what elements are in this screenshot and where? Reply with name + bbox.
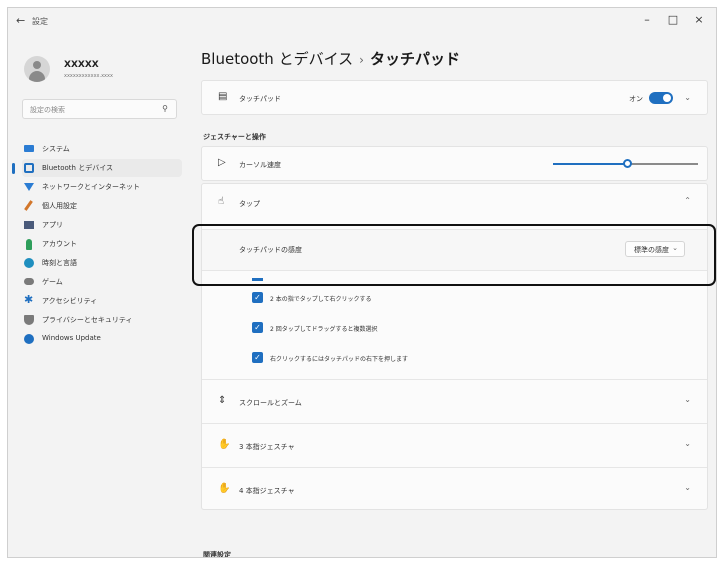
four-finger-row[interactable]: ✋ 4 本指ジェスチャ ⌄ bbox=[202, 467, 707, 511]
bluetooth-devices-icon bbox=[24, 163, 34, 173]
scroll-icon: ⇕ bbox=[218, 395, 227, 406]
maximize-button[interactable]: □ bbox=[662, 13, 684, 26]
user-email: xxxxxxxxxxxx.xxxx bbox=[64, 73, 113, 79]
back-arrow-icon[interactable]: ← bbox=[16, 14, 25, 27]
brush-icon bbox=[24, 200, 33, 211]
sidebar-item-accessibility[interactable]: ✱ アクセシビリティ bbox=[22, 292, 182, 310]
search-input[interactable]: 設定の検索 ⚲ bbox=[22, 99, 177, 119]
sidebar-item-label: システム bbox=[42, 145, 70, 153]
slider-thumb[interactable] bbox=[623, 159, 632, 168]
cursor-speed-label: カーソル速度 bbox=[239, 161, 281, 169]
checkbox-checked-icon[interactable]: ✓ bbox=[252, 292, 263, 303]
checkbox-label: 2 本の指でタップして右クリックする bbox=[270, 296, 372, 303]
checkbox-label: 2 回タップしてドラッグすると複数選択 bbox=[270, 326, 378, 333]
app-title: 設定 bbox=[32, 17, 48, 26]
search-icon: ⚲ bbox=[162, 104, 168, 113]
sidebar: XXXXX xxxxxxxxxxxx.xxxx 設定の検索 ⚲ システム Blu… bbox=[8, 38, 186, 557]
gestures-heading: ジェスチャーと操作 bbox=[203, 133, 266, 141]
sidebar-item-label: 時刻と言語 bbox=[42, 259, 77, 267]
scroll-zoom-row[interactable]: ⇕ スクロールとズーム ⌄ bbox=[202, 379, 707, 424]
sidebar-item-label: Windows Update bbox=[42, 334, 101, 342]
network-icon bbox=[24, 183, 34, 191]
four-finger-label: 4 本指ジェスチャ bbox=[239, 487, 295, 495]
slider-fill bbox=[553, 163, 628, 165]
checkbox-checked-icon[interactable]: ✓ bbox=[252, 352, 263, 363]
cursor-speed-card: ▷ カーソル速度 bbox=[201, 146, 708, 181]
apps-icon bbox=[24, 221, 34, 229]
sidebar-item-windows-update[interactable]: Windows Update bbox=[22, 330, 182, 348]
three-finger-label: 3 本指ジェスチャ bbox=[239, 443, 295, 451]
sidebar-item-network[interactable]: ネットワークとインターネット bbox=[22, 178, 182, 196]
sidebar-item-label: 個人用設定 bbox=[42, 202, 77, 210]
checkbox-checked-icon[interactable]: ✓ bbox=[252, 322, 263, 333]
sidebar-item-label: ネットワークとインターネット bbox=[42, 183, 140, 191]
chevron-down-icon[interactable]: ⌄ bbox=[684, 439, 691, 448]
sidebar-item-label: アクセシビリティ bbox=[42, 297, 98, 305]
sidebar-item-time-language[interactable]: 時刻と言語 bbox=[22, 254, 182, 272]
tap-icon: ☝ bbox=[218, 196, 225, 207]
touchpad-toggle[interactable] bbox=[649, 92, 673, 104]
page-title: タッチパッド bbox=[369, 50, 460, 68]
sidebar-item-personalization[interactable]: 個人用設定 bbox=[22, 197, 182, 215]
sidebar-item-system[interactable]: システム bbox=[22, 140, 182, 158]
gamepad-icon bbox=[24, 278, 34, 285]
shield-icon bbox=[24, 315, 34, 325]
accessibility-icon: ✱ bbox=[24, 293, 34, 306]
main-content: Bluetooth とデバイス › タッチパッド ▤ タッチパッド オン ⌄ ジェス… bbox=[193, 38, 708, 557]
sidebar-item-apps[interactable]: アプリ bbox=[22, 216, 182, 234]
sidebar-item-bluetooth[interactable]: Bluetooth とデバイス bbox=[12, 159, 182, 177]
account-icon bbox=[26, 239, 32, 250]
breadcrumb-parent[interactable]: Bluetooth とデバイス bbox=[201, 50, 353, 68]
title-bar: ← 設定 – □ × bbox=[8, 8, 716, 38]
update-icon bbox=[24, 334, 34, 344]
search-placeholder: 設定の検索 bbox=[30, 106, 65, 114]
sidebar-item-label: アプリ bbox=[42, 221, 63, 229]
sidebar-item-label: ゲーム bbox=[42, 278, 63, 286]
cursor-icon: ▷ bbox=[218, 157, 226, 168]
chevron-down-icon[interactable]: ⌄ bbox=[684, 395, 691, 404]
sidebar-item-gaming[interactable]: ゲーム bbox=[22, 273, 182, 291]
breadcrumb: Bluetooth とデバイス › タッチパッド bbox=[201, 48, 460, 69]
user-profile[interactable]: XXXXX xxxxxxxxxxxx.xxxx bbox=[18, 52, 178, 92]
chevron-up-icon[interactable]: ⌃ bbox=[684, 196, 691, 205]
sidebar-item-label: アカウント bbox=[42, 240, 77, 248]
touchpad-card[interactable]: ▤ タッチパッド オン ⌄ bbox=[201, 80, 708, 115]
three-finger-row[interactable]: ✋ 3 本指ジェスチャ ⌄ bbox=[202, 423, 707, 468]
user-name: XXXXX bbox=[64, 60, 99, 70]
close-button[interactable]: × bbox=[688, 13, 710, 26]
scroll-zoom-label: スクロールとズーム bbox=[239, 399, 302, 407]
sidebar-item-privacy[interactable]: プライバシーとセキュリティ bbox=[22, 311, 182, 329]
highlight-box bbox=[192, 224, 716, 286]
hand-gesture-icon: ✋ bbox=[218, 483, 231, 494]
active-indicator bbox=[12, 163, 15, 174]
chevron-down-icon[interactable]: ⌄ bbox=[684, 483, 691, 492]
related-settings-heading: 関連設定 bbox=[203, 551, 231, 558]
touchpad-icon: ▤ bbox=[218, 91, 228, 102]
hand-gesture-icon: ✋ bbox=[218, 439, 231, 450]
touchpad-label: タッチパッド bbox=[239, 95, 281, 103]
monitor-icon bbox=[24, 145, 34, 152]
sidebar-item-label: Bluetooth とデバイス bbox=[42, 164, 113, 172]
sidebar-item-accounts[interactable]: アカウント bbox=[22, 235, 182, 253]
checkbox-label: 右クリックするにはタッチパッドの右下を押します bbox=[270, 356, 409, 363]
breadcrumb-separator: › bbox=[359, 53, 364, 67]
avatar bbox=[24, 56, 50, 82]
chevron-down-icon[interactable]: ⌄ bbox=[684, 93, 691, 102]
sidebar-item-label: プライバシーとセキュリティ bbox=[42, 316, 133, 324]
globe-clock-icon bbox=[24, 258, 34, 268]
taps-label: タップ bbox=[239, 200, 260, 208]
minimize-button[interactable]: – bbox=[636, 13, 658, 26]
toggle-state-label: オン bbox=[629, 95, 643, 103]
